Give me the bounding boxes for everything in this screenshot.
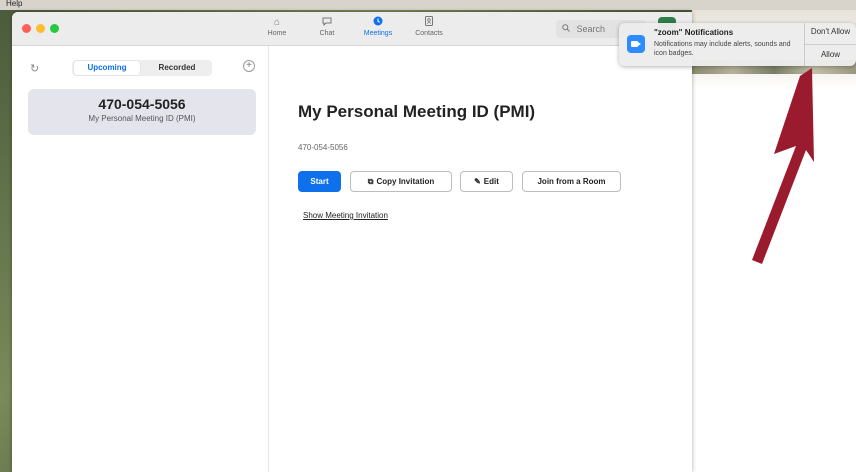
start-button[interactable]: Start bbox=[298, 171, 341, 192]
meetings-segmented-control: Upcoming Recorded bbox=[72, 60, 212, 76]
page-title: My Personal Meeting ID (PMI) bbox=[298, 102, 536, 121]
meeting-detail: My Personal Meeting ID (PMI) 470-054-505… bbox=[270, 46, 692, 472]
dont-allow-button[interactable]: Don't Allow bbox=[805, 27, 856, 36]
zoom-app-icon bbox=[627, 35, 645, 53]
clock-icon bbox=[356, 16, 400, 30]
meeting-list-item[interactable]: 470-054-5056 My Personal Meeting ID (PMI… bbox=[28, 89, 256, 135]
notification-button-divider bbox=[805, 44, 856, 45]
zoom-window: ⌂ Home Chat Meetings Contacts Search ↻ U… bbox=[12, 12, 692, 472]
close-window-button[interactable] bbox=[22, 24, 31, 33]
tab-meetings-label: Meetings bbox=[363, 30, 393, 37]
tab-recorded[interactable]: Recorded bbox=[144, 61, 210, 75]
home-icon: ⌂ bbox=[273, 17, 281, 28]
notification-body: Notifications may include alerts, sounds… bbox=[654, 41, 791, 57]
meeting-list-item-id: 470-054-5056 bbox=[98, 96, 186, 112]
edit-button[interactable]: ✎ Edit bbox=[460, 171, 513, 192]
add-meeting-icon[interactable]: + bbox=[243, 60, 255, 72]
tab-chat[interactable]: Chat bbox=[305, 16, 349, 37]
allow-button[interactable]: Allow bbox=[805, 50, 856, 59]
notification-banner: "zoom" Notifications Notifications may i… bbox=[619, 23, 856, 66]
meetings-sidebar: ↻ Upcoming Recorded + 470-054-5056 My Pe… bbox=[12, 46, 269, 472]
mac-menubar: Help bbox=[0, 0, 856, 10]
annotation-arrow-icon bbox=[752, 68, 814, 264]
titlebar: ⌂ Home Chat Meetings Contacts Search bbox=[12, 12, 692, 46]
contacts-icon bbox=[407, 16, 451, 30]
copy-invitation-button[interactable]: ⧉ Copy Invitation bbox=[350, 171, 452, 192]
tab-upcoming[interactable]: Upcoming bbox=[74, 61, 140, 75]
chat-icon bbox=[305, 16, 349, 30]
show-meeting-invitation-link[interactable]: Show Meeting Invitation bbox=[303, 211, 388, 220]
tab-contacts[interactable]: Contacts bbox=[407, 16, 451, 37]
refresh-icon[interactable]: ↻ bbox=[30, 62, 39, 75]
tab-home[interactable]: ⌂ Home bbox=[255, 16, 299, 37]
zoom-window-button[interactable] bbox=[50, 24, 59, 33]
search-placeholder: Search bbox=[576, 24, 606, 34]
tab-home-label: Home bbox=[267, 30, 287, 37]
search-icon bbox=[562, 24, 573, 34]
edit-label: Edit bbox=[483, 177, 499, 186]
tab-contacts-label: Contacts bbox=[415, 30, 443, 37]
menubar-help-item[interactable]: Help bbox=[6, 0, 22, 8]
copy-icon: ⧉ bbox=[367, 177, 374, 186]
copy-invitation-label: Copy Invitation bbox=[376, 177, 435, 186]
meeting-list-item-label: My Personal Meeting ID (PMI) bbox=[88, 114, 196, 123]
notification-title: "zoom" Notifications bbox=[654, 28, 734, 37]
tab-chat-label: Chat bbox=[319, 30, 335, 37]
minimize-window-button[interactable] bbox=[36, 24, 45, 33]
tab-meetings[interactable]: Meetings bbox=[356, 16, 400, 37]
join-from-room-button[interactable]: Join from a Room bbox=[522, 171, 621, 192]
pencil-icon: ✎ bbox=[474, 177, 481, 186]
meeting-id-text: 470-054-5056 bbox=[298, 143, 348, 152]
